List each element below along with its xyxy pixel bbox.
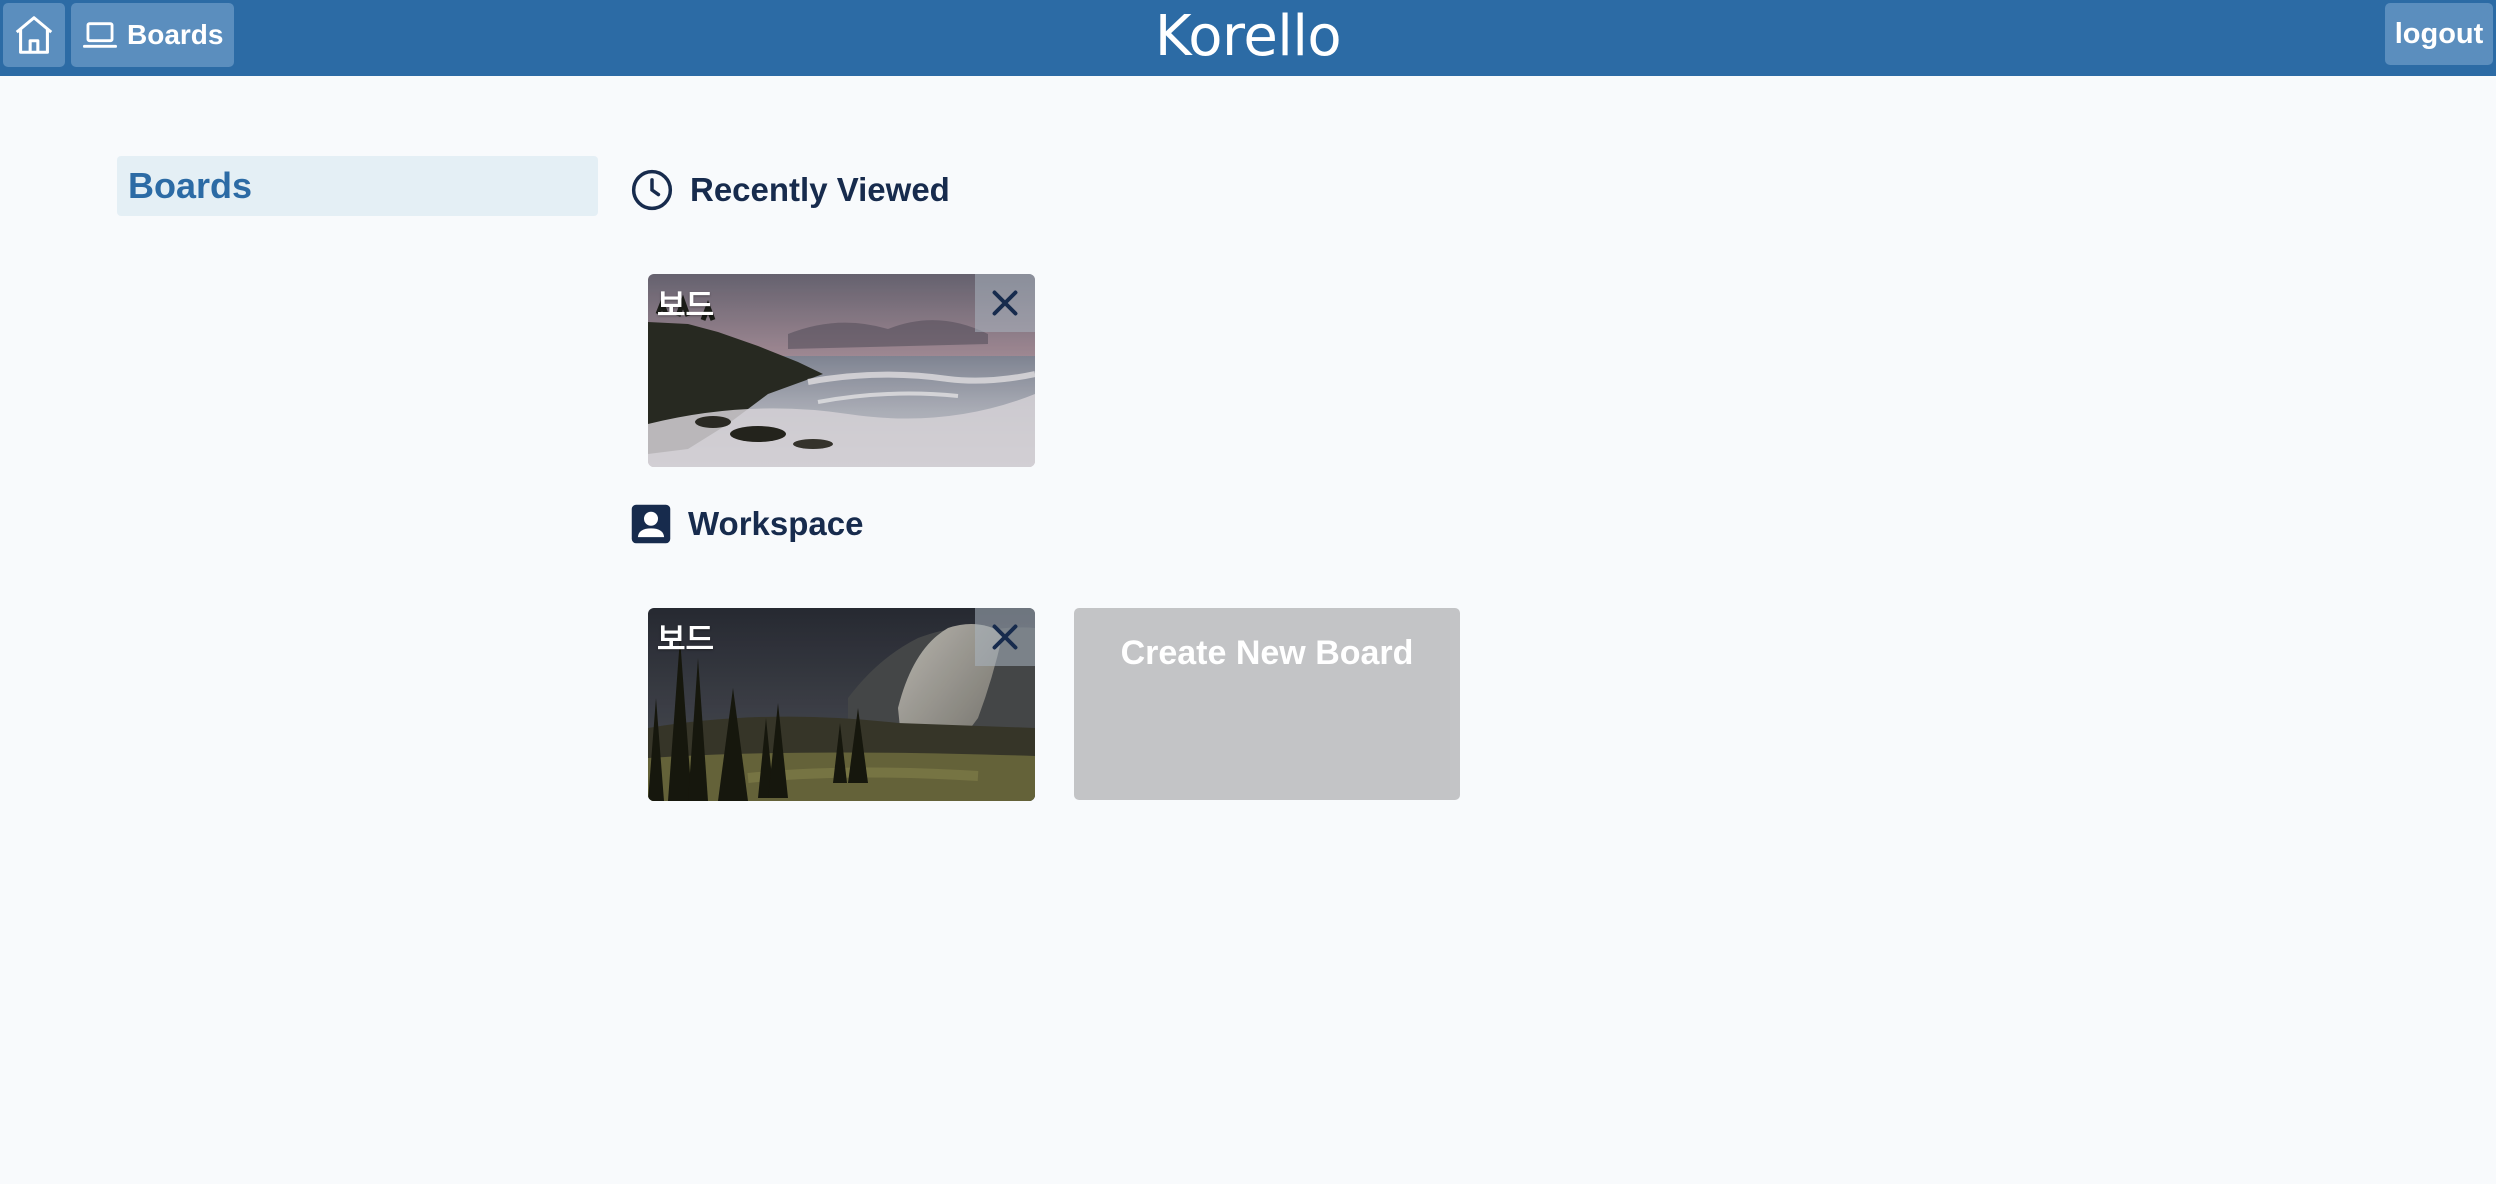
- logout-button[interactable]: logout: [2385, 3, 2493, 65]
- board-title: 보드: [657, 288, 715, 323]
- sidebar-item-boards[interactable]: Boards: [117, 156, 598, 216]
- recently-viewed-title: Recently Viewed: [690, 171, 950, 208]
- user-card-icon: [630, 503, 672, 545]
- recent-board-card[interactable]: 보드: [648, 274, 1035, 467]
- workspace-heading: Workspace: [630, 503, 863, 545]
- workspace-board-card[interactable]: 보드: [648, 608, 1035, 801]
- board-title: 보드: [657, 622, 715, 657]
- remove-board-button[interactable]: [975, 608, 1035, 666]
- workspace-title: Workspace: [688, 505, 864, 542]
- clock-icon: [630, 168, 674, 212]
- app-brand[interactable]: Korello: [0, 4, 2496, 69]
- recently-viewed-heading: Recently Viewed: [630, 168, 950, 212]
- remove-board-button[interactable]: [975, 274, 1035, 332]
- create-new-board-button[interactable]: Create New Board: [1074, 608, 1460, 800]
- close-icon: [990, 288, 1020, 318]
- close-icon: [990, 622, 1020, 652]
- top-navbar: Boards Korello logout: [0, 0, 2496, 76]
